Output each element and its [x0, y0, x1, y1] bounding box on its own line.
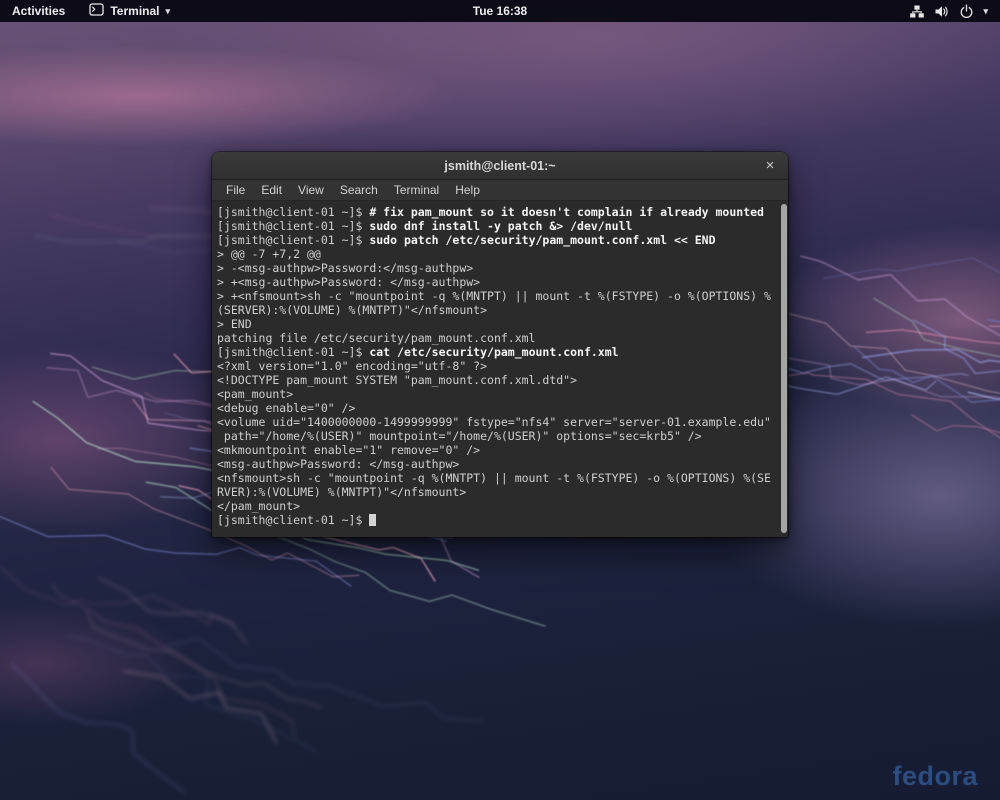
terminal-line: </pam_mount>	[217, 499, 776, 513]
volume-icon	[934, 4, 950, 19]
terminal-line: <nfsmount>sh -c "mountpoint -q %(MNTPT) …	[217, 471, 776, 485]
output-text: path="/home/%(USER)" mountpoint="/home/%…	[217, 429, 702, 443]
terminal-line: [jsmith@client-01 ~]$ # fix pam_mount so…	[217, 205, 776, 219]
terminal-line: > +<nfsmount>sh -c "mountpoint -q %(MNTP…	[217, 289, 776, 303]
menu-item-edit[interactable]: Edit	[253, 183, 290, 197]
terminal-line: path="/home/%(USER)" mountpoint="/home/%…	[217, 429, 776, 443]
output-text: > -<msg-authpw>Password:</msg-authpw>	[217, 261, 473, 275]
system-status-area[interactable]: ▾	[903, 0, 994, 22]
power-icon	[959, 4, 974, 19]
terminal-line: > -<msg-authpw>Password:</msg-authpw>	[217, 261, 776, 275]
output-text: <mkmountpoint enable="1" remove="0" />	[217, 443, 480, 457]
terminal-menubar: FileEditViewSearchTerminalHelp	[212, 180, 788, 201]
shell-prompt: [jsmith@client-01 ~]$	[217, 219, 369, 233]
terminal-line: [jsmith@client-01 ~]$	[217, 513, 776, 527]
output-text: </pam_mount>	[217, 499, 300, 513]
terminal-line: <!DOCTYPE pam_mount SYSTEM "pam_mount.co…	[217, 373, 776, 387]
shell-prompt: [jsmith@client-01 ~]$	[217, 205, 369, 219]
terminal-line: [jsmith@client-01 ~]$ sudo patch /etc/se…	[217, 233, 776, 247]
output-text: (SERVER):%(VOLUME) %(MNTPT)"</nfsmount>	[217, 303, 487, 317]
terminal-line: (SERVER):%(VOLUME) %(MNTPT)"</nfsmount>	[217, 303, 776, 317]
close-button[interactable]: ×	[759, 155, 781, 177]
terminal-cursor	[369, 514, 376, 526]
terminal-app-icon	[89, 3, 104, 19]
menu-item-search[interactable]: Search	[332, 183, 386, 197]
terminal-line: [jsmith@client-01 ~]$ cat /etc/security/…	[217, 345, 776, 359]
command-text: # fix pam_mount so it doesn't complain i…	[369, 205, 764, 219]
shell-prompt: [jsmith@client-01 ~]$	[217, 345, 369, 359]
terminal-line: <msg-authpw>Password: </msg-authpw>	[217, 457, 776, 471]
terminal-line: <mkmountpoint enable="1" remove="0" />	[217, 443, 776, 457]
terminal-line: > @@ -7 +7,2 @@	[217, 247, 776, 261]
terminal-window: jsmith@client-01:~ × FileEditViewSearchT…	[212, 152, 788, 537]
chevron-down-icon: ▾	[165, 7, 170, 16]
command-text: cat /etc/security/pam_mount.conf.xml	[369, 345, 618, 359]
fedora-logo: fedora	[892, 761, 978, 792]
output-text: > END	[217, 317, 252, 331]
terminal-line: <volume uid="1400000000-1499999999" fsty…	[217, 415, 776, 429]
output-text: RVER):%(VOLUME) %(MNTPT)"</nfsmount>	[217, 485, 466, 499]
menu-item-file[interactable]: File	[218, 183, 253, 197]
menu-item-help[interactable]: Help	[447, 183, 488, 197]
app-menu-label: Terminal	[110, 4, 159, 18]
output-text: <!DOCTYPE pam_mount SYSTEM "pam_mount.co…	[217, 373, 577, 387]
network-icon	[909, 4, 925, 19]
command-text: sudo patch /etc/security/pam_mount.conf.…	[369, 233, 715, 247]
output-text: > +<msg-authpw>Password: </msg-authpw>	[217, 275, 480, 289]
output-text: <?xml version="1.0" encoding="utf-8" ?>	[217, 359, 487, 373]
output-text: <debug enable="0" />	[217, 401, 355, 415]
output-text: <nfsmount>sh -c "mountpoint -q %(MNTPT) …	[217, 471, 771, 485]
activities-button[interactable]: Activities	[0, 0, 77, 22]
terminal-line: > END	[217, 317, 776, 331]
terminal-line: > +<msg-authpw>Password: </msg-authpw>	[217, 275, 776, 289]
gnome-top-bar: Activities Terminal ▾ Tue 16:38	[0, 0, 1000, 22]
terminal-line: RVER):%(VOLUME) %(MNTPT)"</nfsmount>	[217, 485, 776, 499]
output-text: <msg-authpw>Password: </msg-authpw>	[217, 457, 459, 471]
terminal-line: [jsmith@client-01 ~]$ sudo dnf install -…	[217, 219, 776, 233]
activities-label: Activities	[12, 4, 65, 18]
window-title: jsmith@client-01:~	[444, 159, 555, 173]
app-menu-terminal[interactable]: Terminal ▾	[77, 0, 182, 22]
menu-item-view[interactable]: View	[290, 183, 332, 197]
terminal-line: <?xml version="1.0" encoding="utf-8" ?>	[217, 359, 776, 373]
window-titlebar[interactable]: jsmith@client-01:~ ×	[212, 152, 788, 180]
output-text: > +<nfsmount>sh -c "mountpoint -q %(MNTP…	[217, 289, 771, 303]
shell-prompt: [jsmith@client-01 ~]$	[217, 233, 369, 247]
terminal-line: <debug enable="0" />	[217, 401, 776, 415]
output-text: patching file /etc/security/pam_mount.co…	[217, 331, 536, 345]
output-text: <pam_mount>	[217, 387, 293, 401]
shell-prompt: [jsmith@client-01 ~]$	[217, 513, 369, 527]
command-text: sudo dnf install -y patch &> /dev/null	[369, 219, 632, 233]
terminal-screen[interactable]: [jsmith@client-01 ~]$ # fix pam_mount so…	[212, 201, 788, 536]
output-text: <volume uid="1400000000-1499999999" fsty…	[217, 415, 771, 429]
terminal-scrollbar[interactable]	[781, 204, 787, 533]
terminal-line: patching file /etc/security/pam_mount.co…	[217, 331, 776, 345]
menu-item-terminal[interactable]: Terminal	[386, 183, 447, 197]
output-text: > @@ -7 +7,2 @@	[217, 247, 321, 261]
chevron-down-icon: ▾	[983, 7, 988, 16]
terminal-line: <pam_mount>	[217, 387, 776, 401]
